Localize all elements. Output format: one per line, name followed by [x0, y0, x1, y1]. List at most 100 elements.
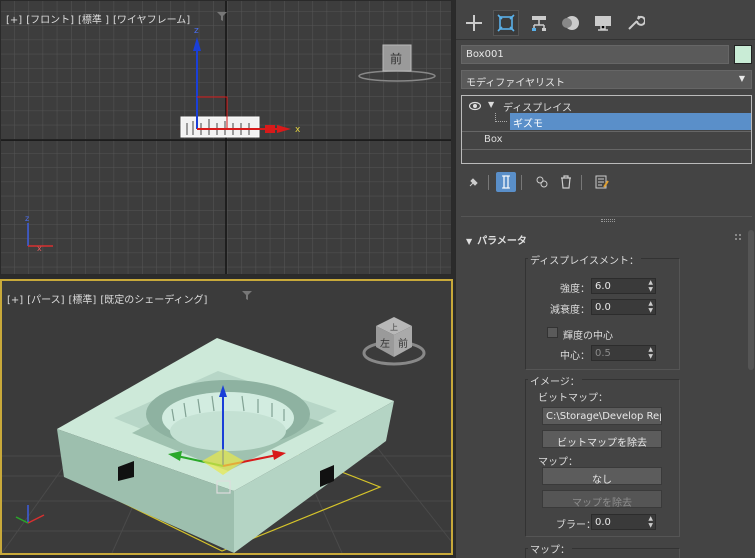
- center-spinner[interactable]: 0.5 ▲ ▼: [591, 345, 656, 361]
- stack-item-gizmo[interactable]: ギズモ: [510, 113, 751, 130]
- viewcube-front-label: 前: [390, 51, 402, 66]
- viewport-menu-standard[interactable]: [標準 ]: [78, 15, 109, 26]
- make-unique-button[interactable]: [532, 172, 552, 192]
- strength-value: 6.0: [595, 281, 611, 292]
- pin-stack-button[interactable]: [464, 172, 484, 192]
- decay-value: 0.0: [595, 302, 611, 313]
- end-result-icon: [502, 175, 510, 189]
- object-name-field[interactable]: Box001: [461, 45, 729, 64]
- command-panel-tabs: [456, 0, 755, 40]
- motion-tab[interactable]: [558, 10, 584, 36]
- map-group-label: マップ：: [528, 541, 572, 556]
- modifier-stack[interactable]: ▼ ディスプレイス ギズモ Box: [461, 95, 752, 164]
- make-unique-icon: [536, 176, 548, 188]
- eye-icon[interactable]: [469, 101, 481, 111]
- trash-icon: [561, 175, 571, 189]
- divider: [462, 149, 751, 150]
- corner-axis-z: z: [25, 214, 29, 223]
- blur-spinner[interactable]: 0.0 ▲ ▼: [591, 514, 656, 530]
- separator: [581, 175, 582, 190]
- utilities-icon: [628, 15, 645, 30]
- viewport-menu-view[interactable]: [パース]: [27, 295, 64, 306]
- filter-icon[interactable]: [217, 12, 227, 21]
- rollout-grip-icon[interactable]: [735, 234, 741, 240]
- modify-icon: [497, 14, 515, 32]
- displacement-group-label: ディスプレイスメント：: [528, 252, 641, 267]
- front-viewport[interactable]: z x z x 前 [+] [フロント] [標準 ] [ワイヤフレーム]: [0, 0, 452, 275]
- perspective-viewport-canvas: 上 左 前: [2, 281, 451, 553]
- collapse-arrow-icon: ▼: [466, 237, 473, 246]
- center-value: 0.5: [595, 348, 611, 359]
- strength-spinner[interactable]: 6.0 ▲ ▼: [591, 278, 656, 294]
- front-viewport-canvas: z x z x 前: [1, 1, 451, 274]
- configure-sets-button[interactable]: [592, 172, 612, 192]
- viewcube-top-label: 上: [390, 323, 398, 332]
- modify-tab[interactable]: [493, 10, 519, 36]
- bitmap-label: ビットマップ：: [538, 393, 608, 404]
- viewcube-left-label: 左: [380, 337, 390, 350]
- spinner-arrows-icon[interactable]: ▲ ▼: [648, 346, 653, 360]
- modifier-list-label: モディファイヤリスト: [466, 78, 565, 89]
- perspective-viewport[interactable]: 上 左 前 [+] [パース] [標準] [既定のシェーディング]: [0, 279, 453, 555]
- viewport-menu-view[interactable]: [フロント]: [26, 15, 74, 26]
- filter-icon[interactable]: [242, 291, 252, 300]
- map-label: マップ：: [538, 457, 578, 468]
- display-icon: [595, 16, 611, 31]
- panel-resize-grip[interactable]: [601, 219, 615, 222]
- viewcube-front-label-persp: 前: [398, 337, 408, 350]
- viewport-menu-shading[interactable]: [既定のシェーディング]: [100, 295, 207, 306]
- dropdown-arrow-icon: ▼: [738, 74, 745, 83]
- hierarchy-icon: [532, 16, 546, 31]
- stack-item-box[interactable]: Box: [462, 132, 751, 149]
- decay-spinner[interactable]: 0.0 ▲ ▼: [591, 299, 656, 315]
- create-icon: [466, 15, 482, 31]
- spinner-arrows-icon[interactable]: ▲ ▼: [648, 279, 653, 293]
- configure-icon: [595, 175, 609, 189]
- map-none-button[interactable]: なし: [542, 467, 662, 485]
- luminance-center-checkbox[interactable]: [547, 327, 558, 338]
- pin-icon: [469, 178, 478, 187]
- strength-label: 強度：: [560, 284, 590, 295]
- viewport-menu-shading[interactable]: [ワイヤフレーム]: [113, 15, 190, 26]
- separator: [488, 175, 489, 190]
- show-end-result-button[interactable]: [496, 172, 516, 192]
- utilities-tab[interactable]: [622, 10, 648, 36]
- stack-toolbar: [461, 172, 752, 194]
- spinner-arrows-icon[interactable]: ▲ ▼: [648, 515, 653, 529]
- create-tab[interactable]: [461, 10, 487, 36]
- decay-label: 減衰度：: [550, 305, 590, 316]
- image-group-label: イメージ：: [528, 373, 582, 388]
- separator: [521, 175, 522, 190]
- stack-item-displace[interactable]: ▼ ディスプレイス: [462, 97, 751, 114]
- remove-bitmap-button[interactable]: ビットマップを除去: [542, 430, 662, 448]
- stack-item-label: ディスプレイス: [503, 103, 572, 114]
- object-color-swatch[interactable]: [734, 45, 752, 64]
- remove-modifier-button[interactable]: [556, 172, 576, 192]
- viewport-menu-plus[interactable]: [+]: [7, 295, 23, 306]
- luminance-center-label: 輝度の中心: [563, 331, 613, 342]
- spinner-arrows-icon[interactable]: ▲ ▼: [648, 300, 653, 314]
- motion-icon: [562, 16, 579, 30]
- bitmap-path-button[interactable]: C:\Storage\Develop Rep: [542, 407, 662, 425]
- rollout-title: パラメータ: [477, 236, 527, 247]
- command-panel: Box001 モディファイヤリスト ▼ ▼ ディスプレイス ギズモ Box ▼ …: [455, 0, 755, 558]
- stack-item-label: ギズモ: [513, 119, 543, 130]
- hierarchy-tab[interactable]: [526, 10, 552, 36]
- command-panel-scrollbar[interactable]: [748, 230, 754, 370]
- modifier-list-dropdown[interactable]: モディファイヤリスト ▼: [461, 70, 752, 89]
- viewport-menu-plus[interactable]: [+]: [6, 15, 22, 26]
- center-label: 中心：: [560, 351, 590, 362]
- gizmo-x-label: x: [295, 125, 301, 135]
- perspective-viewport-label[interactable]: [+] [パース] [標準] [既定のシェーディング]: [7, 291, 211, 306]
- front-viewport-label[interactable]: [+] [フロント] [標準 ] [ワイヤフレーム]: [6, 11, 194, 26]
- gizmo-z-label: z: [194, 26, 199, 36]
- blur-value: 0.0: [595, 517, 611, 528]
- parameters-rollout-header[interactable]: ▼ パラメータ: [466, 232, 527, 247]
- remove-map-button[interactable]: マップを除去: [542, 490, 662, 508]
- tree-line: [495, 121, 507, 122]
- expand-arrow-icon[interactable]: ▼: [488, 100, 494, 109]
- blur-label: ブラー：: [556, 520, 596, 531]
- viewport-menu-standard[interactable]: [標準]: [69, 295, 97, 306]
- display-tab[interactable]: [590, 10, 616, 36]
- divider: [461, 216, 752, 217]
